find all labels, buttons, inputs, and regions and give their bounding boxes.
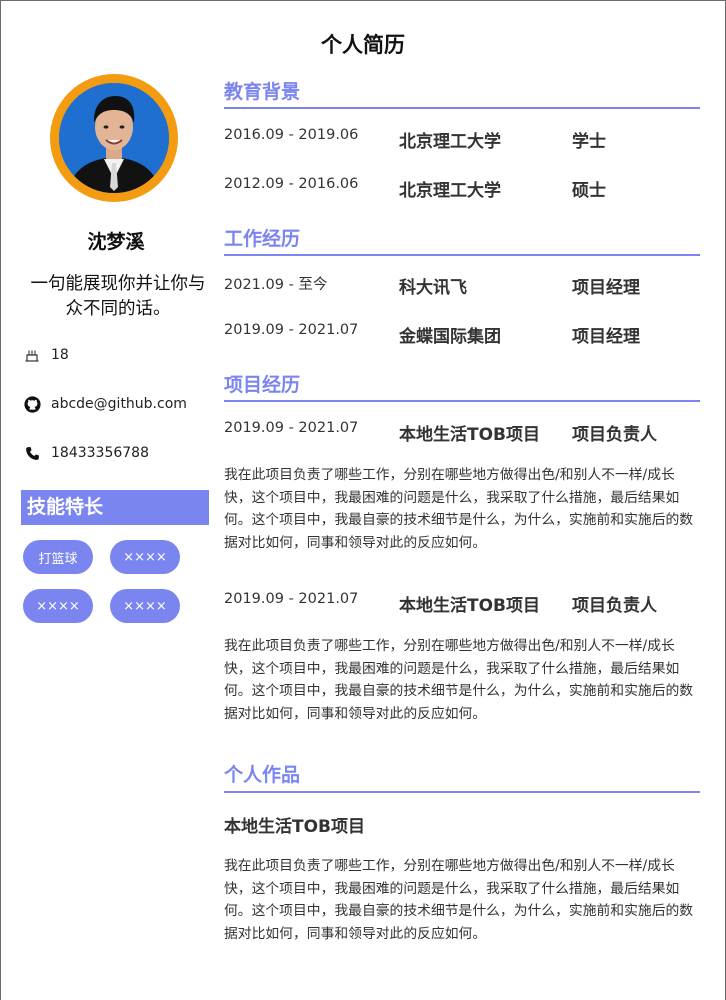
email-text[interactable]: abcde@github.com <box>51 396 187 412</box>
project-name: 本地生活TOB项目 <box>399 596 541 616</box>
project-date: 2019.09 - 2021.07 <box>224 420 359 436</box>
avatar-portrait <box>59 83 169 193</box>
github-icon <box>23 395 41 413</box>
skill-tag: ×××× <box>110 540 180 574</box>
profile-name: 沈梦溪 <box>87 231 145 253</box>
project-description: 我在此项目负责了哪些工作，分别在哪些地方做得出色/和别人不一样/成长快，这个项目… <box>224 638 694 722</box>
portfolio-item-description: 我在此项目负责了哪些工作，分别在哪些地方做得出色/和别人不一样/成长快，这个项目… <box>224 858 694 942</box>
sidebar: 沈梦溪 一句能展现你并让你与众不同的话。 18 abcde@github.com… <box>21 1 211 1000</box>
project-description: 我在此项目负责了哪些工作，分别在哪些地方做得出色/和别人不一样/成长快，这个项目… <box>224 467 694 551</box>
avatar <box>59 83 169 193</box>
portfolio-item-title: 本地生活TOB项目 <box>224 817 366 837</box>
project-date: 2019.09 - 2021.07 <box>224 591 359 607</box>
work-heading: 工作经历 <box>224 228 301 250</box>
skill-tag: ×××× <box>110 589 180 623</box>
education-degree: 硕士 <box>572 181 606 201</box>
work-date: 2019.09 - 2021.07 <box>224 322 359 338</box>
skills-heading: 技能特长 <box>21 490 209 525</box>
work-role: 项目经理 <box>572 327 640 347</box>
education-divider <box>224 107 700 109</box>
cake-icon <box>23 346 41 364</box>
email-row: abcde@github.com <box>23 393 209 415</box>
projects-divider <box>224 400 700 402</box>
education-date: 2012.09 - 2016.06 <box>224 176 359 192</box>
education-date: 2016.09 - 2019.06 <box>224 127 359 143</box>
project-role: 项目负责人 <box>572 425 657 445</box>
phone-row: 18433356788 <box>23 442 209 464</box>
skill-tag: ×××× <box>23 589 93 623</box>
education-school: 北京理工大学 <box>399 181 501 201</box>
projects-heading: 项目经历 <box>224 374 301 396</box>
phone-icon <box>23 444 41 462</box>
work-company: 金蝶国际集团 <box>399 327 501 347</box>
project-role: 项目负责人 <box>572 596 657 616</box>
work-role: 项目经理 <box>572 278 640 298</box>
project-name: 本地生活TOB项目 <box>399 425 541 445</box>
phone-text[interactable]: 18433356788 <box>51 445 149 461</box>
work-date: 2021.09 - 至今 <box>224 277 328 293</box>
portfolio-heading: 个人作品 <box>224 764 301 786</box>
portfolio-divider <box>224 791 700 793</box>
education-degree: 学士 <box>572 132 606 152</box>
resume-page: 个人简历 沈梦溪 一句能展现你并让你与众不同的话。 18 abcde@githu… <box>0 0 726 1000</box>
education-school: 北京理工大学 <box>399 132 501 152</box>
education-heading: 教育背景 <box>224 81 301 103</box>
skill-tag: 打篮球 <box>23 540 93 574</box>
age-row: 18 <box>23 344 209 366</box>
age-text: 18 <box>51 347 69 363</box>
avatar-ring <box>50 74 178 202</box>
work-divider <box>224 254 700 256</box>
work-company: 科大讯飞 <box>399 278 467 298</box>
profile-motto: 一句能展现你并让你与众不同的话。 <box>30 274 206 319</box>
